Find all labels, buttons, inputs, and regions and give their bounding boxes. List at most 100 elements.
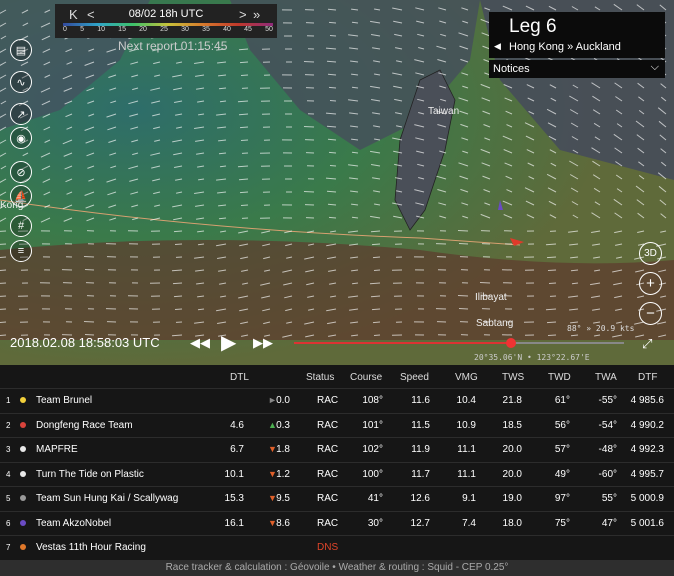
time-slider-handle[interactable]: [506, 338, 516, 348]
scale-tick-label: 40: [223, 26, 231, 33]
column-header[interactable]: VMG: [455, 372, 478, 383]
zoom-out-button[interactable]: −: [639, 302, 662, 325]
rewind-button[interactable]: ◀◀: [190, 335, 210, 351]
wind-arrow: [83, 256, 95, 258]
cell-course: 41°: [367, 493, 383, 504]
next-frame-button[interactable]: >: [239, 7, 247, 22]
wind-arrow: [171, 334, 183, 337]
wind-arrow: [238, 113, 249, 116]
route-icon[interactable]: ∿: [10, 71, 32, 93]
wind-arrow: [197, 308, 205, 311]
gauge-icon[interactable]: ⊘: [10, 161, 32, 183]
column-header[interactable]: DTL: [230, 372, 249, 383]
forward-button[interactable]: ▶▶: [253, 335, 273, 351]
cell-course: 102°: [362, 444, 383, 455]
next-report: Next report 01:15:45: [118, 39, 228, 53]
cell-course: 101°: [362, 419, 383, 431]
wind-arrow: [328, 151, 337, 154]
city-hong-kong: Kong: [0, 200, 24, 211]
table-row[interactable]: 3 MAPFRE 6.7 1.8 RAC 102° 11.9 11.1 20.0 57° -48° 4…: [0, 437, 674, 462]
cell-twd: 61°: [554, 395, 570, 406]
scale-tick-label: 0: [63, 26, 67, 33]
cell-vmg: 10.4: [456, 395, 476, 406]
scale-tick-label: 10: [97, 26, 105, 33]
cell-dtl: 10.1: [224, 468, 244, 480]
wind-arrow: [0, 282, 7, 284]
trend-icon: ▼: [268, 444, 277, 454]
cell-rank: 7: [6, 543, 11, 552]
time-slider[interactable]: [294, 338, 624, 348]
wind-arrow: [370, 295, 381, 298]
wind-arrow: [237, 165, 249, 168]
wind-arrow: [240, 204, 249, 206]
wind-scale-labels: 0 5 10 15 20 25 30 35 40 45 50: [63, 26, 273, 33]
cell-twa: 55°: [601, 493, 617, 504]
cell-vmg: 9.1: [462, 493, 476, 504]
column-header[interactable]: TWD: [548, 372, 571, 383]
wind-arrow: [239, 126, 249, 129]
wind-arrow: [237, 100, 249, 103]
table-row[interactable]: 2 Dongfeng Race Team 4.6 0.3 RAC 101° 11.5 10.9…: [0, 412, 674, 438]
cell-dtf: 4 990.2: [630, 419, 664, 431]
cell-tws: 19.0: [502, 493, 522, 504]
cell-speed: 11.5: [411, 419, 430, 431]
cell-course: 108°: [362, 395, 383, 406]
notices-dropdown[interactable]: Notices ⌵: [489, 60, 665, 78]
wind-arrow: [219, 100, 227, 103]
cell-vmg: 11.1: [457, 444, 476, 455]
table-row[interactable]: 7 Vestas 11th Hour Racing DNS: [0, 535, 674, 560]
compass-icon[interactable]: ↗: [10, 103, 32, 125]
wind-arrow: [174, 308, 183, 310]
wind-arrow: [240, 139, 249, 141]
column-header[interactable]: Speed: [400, 372, 429, 383]
city-taiwan: Taiwan: [428, 106, 460, 117]
table-row[interactable]: 5 Team Sun Hung Kai / Scallywag 15.3 9.5 RAC…: [0, 486, 674, 511]
leg-prev-icon[interactable]: ◀: [494, 41, 501, 52]
column-header[interactable]: TWS: [502, 372, 524, 383]
table-row[interactable]: 1 Team Brunel 0.0 RAC 108° 11.6 10.4 21.8 61° -55…: [0, 388, 674, 413]
race-map[interactable]: K < 08/02 18h UTC > » 0 5 10 15 20 25 30 35 40 45…: [0, 0, 674, 365]
wind-arrow: [546, 321, 557, 324]
column-header[interactable]: Status: [306, 372, 334, 383]
cell-tws: 21.8: [502, 395, 522, 406]
wind-arrow: [457, 295, 469, 297]
table-row[interactable]: 6 Team AkzoNobel 16.1 8.6 RAC 30° 12.7 7.4 18.0 7…: [0, 510, 674, 536]
wind-arrow: [329, 100, 337, 102]
layers-icon[interactable]: ≡: [10, 240, 32, 262]
grid-icon[interactable]: #: [10, 215, 32, 237]
play-button[interactable]: ▶: [221, 330, 236, 355]
leg-title: Leg 6: [509, 16, 557, 37]
fullscreen-icon[interactable]: ⤢: [642, 336, 652, 352]
cell-delta: 1.8: [276, 444, 290, 455]
wind-arrow: [458, 243, 469, 245]
column-header[interactable]: TWA: [595, 372, 617, 383]
trend-icon: ▲: [268, 419, 277, 430]
cell-status: DNS: [317, 542, 339, 553]
team-color-dot: [20, 421, 26, 428]
column-header[interactable]: Course: [350, 372, 382, 383]
zoom-in-button[interactable]: +: [639, 272, 662, 295]
view-3d-button[interactable]: 3D: [639, 242, 662, 265]
wind-arrow: [328, 86, 337, 89]
wind-arrow: [371, 243, 381, 246]
leg-route: Hong Kong » Auckland: [509, 41, 621, 53]
team-color-dot: [20, 397, 26, 403]
wind-arrow: [173, 295, 183, 298]
target-icon[interactable]: ◉: [10, 127, 32, 149]
scale-tick-label: 30: [181, 26, 189, 33]
wind-arrow: [373, 269, 381, 271]
wind-arrow: [548, 282, 557, 284]
cell-status: RAC: [317, 395, 339, 406]
leg-panel[interactable]: Leg 6 ◀ Hong Kong » Auckland: [489, 12, 665, 58]
wind-arrow: [547, 269, 557, 271]
city-ilibayat: Ilibayat: [475, 292, 507, 303]
cell-vmg: 10.9: [456, 419, 476, 431]
table-row[interactable]: 4 Turn The Tide on Plastic 10.1 1.2 RAC 100° 1…: [0, 461, 674, 487]
map-book-icon[interactable]: ▤: [10, 39, 32, 61]
column-header[interactable]: DTF: [638, 372, 657, 383]
wind-arrow: [219, 165, 227, 168]
scale-tick-label: 25: [160, 26, 168, 33]
last-frame-button[interactable]: »: [253, 7, 260, 22]
wind-arrow: [545, 308, 557, 311]
wind-arrow: [197, 243, 205, 246]
